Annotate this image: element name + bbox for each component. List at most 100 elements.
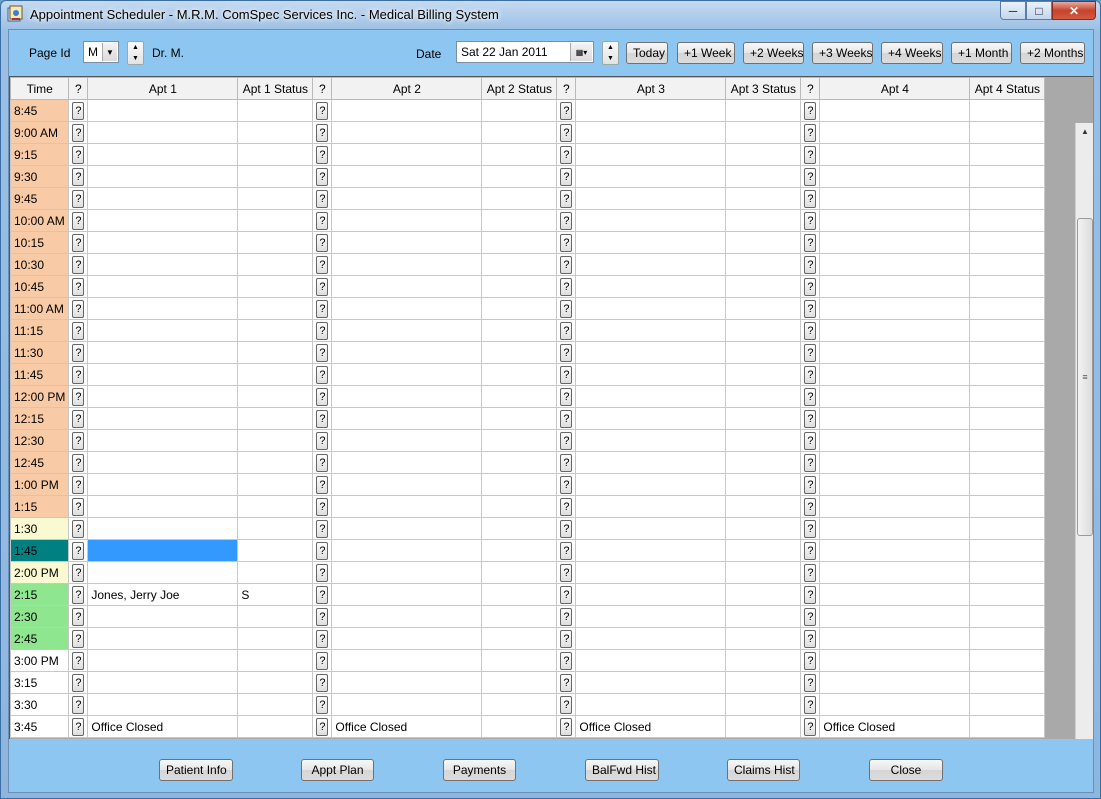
status-cell[interactable]: [725, 407, 802, 430]
question-icon[interactable]: ?: [316, 695, 329, 714]
appointment-cell[interactable]: [575, 319, 727, 342]
question-icon[interactable]: ?: [316, 145, 329, 164]
appointment-cell[interactable]: [819, 693, 971, 716]
status-cell[interactable]: [481, 715, 558, 738]
appointment-cell[interactable]: [819, 385, 971, 408]
status-cell[interactable]: [237, 187, 314, 210]
status-cell[interactable]: [969, 143, 1046, 166]
appointment-cell[interactable]: [87, 297, 239, 320]
status-cell[interactable]: [481, 341, 558, 364]
appointment-cell[interactable]: [819, 583, 971, 606]
appointment-cell[interactable]: [819, 209, 971, 232]
status-cell[interactable]: [237, 451, 314, 474]
appointment-cell[interactable]: [331, 385, 483, 408]
status-cell[interactable]: [237, 605, 314, 628]
time-cell[interactable]: 1:00 PM: [10, 473, 70, 496]
time-cell[interactable]: 12:00 PM: [10, 385, 70, 408]
appointment-cell[interactable]: [87, 495, 239, 518]
appointment-cell[interactable]: [819, 605, 971, 628]
question-icon[interactable]: ?: [72, 343, 85, 362]
status-cell[interactable]: [237, 517, 314, 540]
status-cell[interactable]: [725, 253, 802, 276]
status-cell[interactable]: [237, 561, 314, 584]
question-icon[interactable]: ?: [560, 145, 573, 164]
status-cell[interactable]: [481, 495, 558, 518]
status-cell[interactable]: [481, 187, 558, 210]
appointment-cell[interactable]: [87, 209, 239, 232]
question-icon[interactable]: ?: [804, 299, 817, 318]
status-cell[interactable]: [237, 297, 314, 320]
time-cell[interactable]: 10:15: [10, 231, 70, 254]
question-icon[interactable]: ?: [72, 167, 85, 186]
appointment-cell[interactable]: [575, 363, 727, 386]
status-cell[interactable]: [237, 275, 314, 298]
time-cell[interactable]: 10:30: [10, 253, 70, 276]
time-cell[interactable]: 9:45: [10, 187, 70, 210]
time-cell[interactable]: 11:30: [10, 341, 70, 364]
question-icon[interactable]: ?: [316, 233, 329, 252]
balfwd-hist-button[interactable]: BalFwd Hist: [585, 759, 659, 781]
question-icon[interactable]: ?: [316, 453, 329, 472]
plus-4-weeks-button[interactable]: +4 Weeks: [881, 42, 943, 64]
status-cell[interactable]: [725, 209, 802, 232]
question-icon[interactable]: ?: [560, 321, 573, 340]
appointment-cell[interactable]: [819, 231, 971, 254]
status-cell[interactable]: [725, 385, 802, 408]
status-cell[interactable]: [725, 605, 802, 628]
question-icon[interactable]: ?: [560, 519, 573, 538]
question-icon[interactable]: ?: [72, 453, 85, 472]
appointment-cell[interactable]: [87, 143, 239, 166]
status-cell[interactable]: [481, 165, 558, 188]
appointment-cell[interactable]: [819, 275, 971, 298]
status-cell[interactable]: [969, 319, 1046, 342]
question-icon[interactable]: ?: [804, 255, 817, 274]
appointment-cell[interactable]: [575, 143, 727, 166]
question-icon[interactable]: ?: [804, 607, 817, 626]
question-icon[interactable]: ?: [804, 387, 817, 406]
status-cell[interactable]: S: [237, 583, 314, 606]
plus-2-weeks-button[interactable]: +2 Weeks: [743, 42, 804, 64]
vertical-scrollbar[interactable]: ▲ ≡ ▼: [1075, 123, 1093, 739]
column-header-apt-2-status[interactable]: Apt 2 Status: [481, 77, 558, 100]
title-bar[interactable]: Appointment Scheduler - M.R.M. ComSpec S…: [1, 1, 1100, 29]
time-cell[interactable]: 1:30: [10, 517, 70, 540]
status-cell[interactable]: [725, 121, 802, 144]
appointment-cell[interactable]: [331, 495, 483, 518]
question-icon[interactable]: ?: [804, 409, 817, 428]
question-icon[interactable]: ?: [804, 585, 817, 604]
question-icon[interactable]: ?: [804, 277, 817, 296]
question-icon[interactable]: ?: [72, 365, 85, 384]
appointment-cell[interactable]: [575, 649, 727, 672]
appointment-cell[interactable]: [87, 517, 239, 540]
question-icon[interactable]: ?: [72, 409, 85, 428]
question-icon[interactable]: ?: [72, 211, 85, 230]
status-cell[interactable]: [725, 297, 802, 320]
question-icon[interactable]: ?: [72, 145, 85, 164]
status-cell[interactable]: [725, 363, 802, 386]
status-cell[interactable]: [237, 143, 314, 166]
question-icon[interactable]: ?: [72, 233, 85, 252]
status-cell[interactable]: [481, 693, 558, 716]
question-icon[interactable]: ?: [804, 167, 817, 186]
chevron-down-icon[interactable]: ▼: [102, 43, 117, 61]
status-cell[interactable]: [481, 671, 558, 694]
appointment-cell[interactable]: [819, 121, 971, 144]
time-cell[interactable]: 11:15: [10, 319, 70, 342]
appointment-cell[interactable]: [87, 451, 239, 474]
status-cell[interactable]: [969, 231, 1046, 254]
status-cell[interactable]: [725, 319, 802, 342]
time-cell[interactable]: 1:15: [10, 495, 70, 518]
status-cell[interactable]: [969, 517, 1046, 540]
question-icon[interactable]: ?: [560, 167, 573, 186]
question-icon[interactable]: ?: [316, 607, 329, 626]
status-cell[interactable]: [481, 583, 558, 606]
close-button[interactable]: Close: [869, 759, 943, 781]
appointment-cell[interactable]: Office Closed: [87, 715, 239, 738]
status-cell[interactable]: [725, 517, 802, 540]
status-cell[interactable]: [237, 495, 314, 518]
question-icon[interactable]: ?: [72, 277, 85, 296]
appointment-cell[interactable]: [575, 341, 727, 364]
question-icon[interactable]: ?: [804, 541, 817, 560]
question-icon[interactable]: ?: [316, 277, 329, 296]
question-icon[interactable]: ?: [316, 387, 329, 406]
